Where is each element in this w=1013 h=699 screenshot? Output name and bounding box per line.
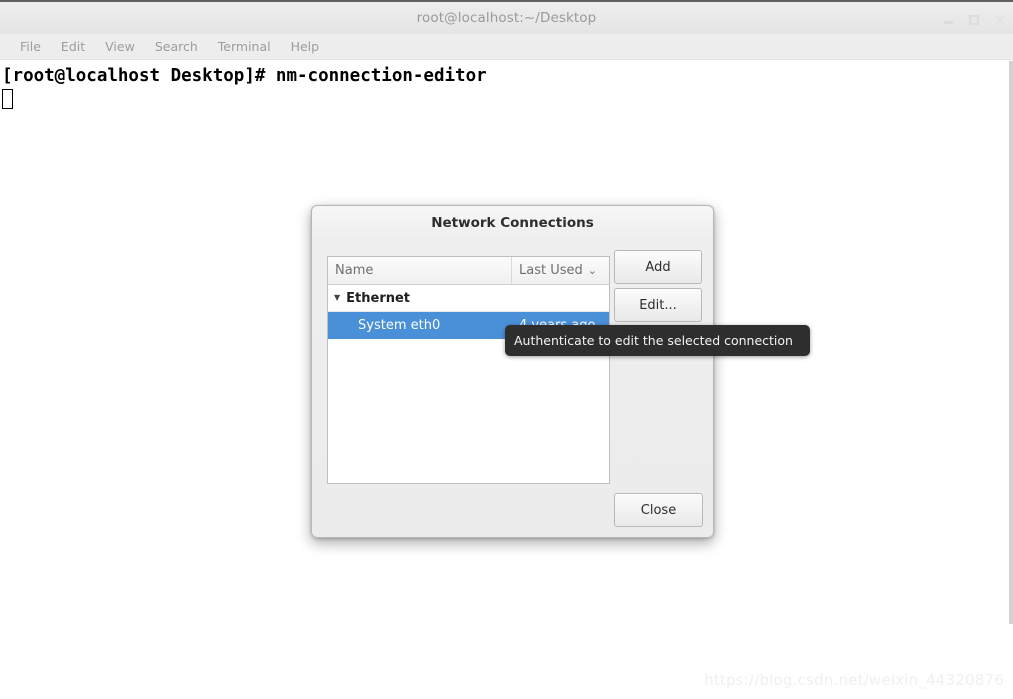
menu-item-terminal[interactable]: Terminal (208, 39, 281, 54)
column-header-last-used[interactable]: Last Used ⌄ (512, 257, 609, 284)
menu-item-file[interactable]: File (10, 39, 51, 54)
connections-list[interactable]: Name Last Used ⌄ ▼ Ethernet System eth0 … (327, 256, 610, 484)
column-header-name[interactable]: Name (328, 257, 512, 284)
list-header-row: Name Last Used ⌄ (328, 257, 609, 285)
watermark: https://blog.csdn.net/weixin_44320876 (704, 671, 1004, 689)
list-group-ethernet[interactable]: ▼ Ethernet (328, 285, 609, 312)
close-window-button[interactable]: ✕ (993, 11, 1007, 29)
column-header-last-used-label: Last Used (519, 263, 583, 278)
menu-item-view[interactable]: View (95, 39, 145, 54)
connection-name: System eth0 (358, 318, 441, 333)
expander-triangle-icon[interactable]: ▼ (334, 294, 340, 302)
dialog-title: Network Connections (431, 215, 594, 231)
terminal-cursor (2, 89, 13, 109)
terminal-prompt-line: [root@localhost Desktop]# nm-connection-… (2, 66, 487, 86)
chevron-down-icon: ⌄ (587, 264, 597, 277)
terminal-scrollbar[interactable] (1009, 61, 1013, 624)
close-icon: ✕ (993, 11, 1007, 29)
menu-item-edit[interactable]: Edit (51, 39, 95, 54)
window-title: root@localhost:~/Desktop (416, 10, 597, 26)
column-header-name-label: Name (335, 263, 374, 278)
maximize-icon (969, 15, 979, 25)
terminal-titlebar[interactable]: root@localhost:~/Desktop ✕ (0, 0, 1013, 34)
tooltip-text: Authenticate to edit the selected connec… (514, 333, 793, 348)
menu-item-search[interactable]: Search (145, 39, 208, 54)
add-button[interactable]: Add (614, 250, 702, 284)
edit-button[interactable]: Edit... (614, 288, 702, 322)
menu-item-help[interactable]: Help (281, 39, 330, 54)
minimize-button[interactable] (941, 13, 955, 27)
tooltip: Authenticate to edit the selected connec… (505, 325, 810, 356)
minimize-icon (943, 21, 953, 24)
terminal-menubar: File Edit View Search Terminal Help (0, 34, 1013, 60)
maximize-button[interactable] (967, 13, 981, 27)
close-button[interactable]: Close (614, 493, 703, 527)
list-group-label: Ethernet (346, 290, 411, 306)
screen: root@localhost:~/Desktop ✕ File Edit Vie… (0, 0, 1013, 699)
